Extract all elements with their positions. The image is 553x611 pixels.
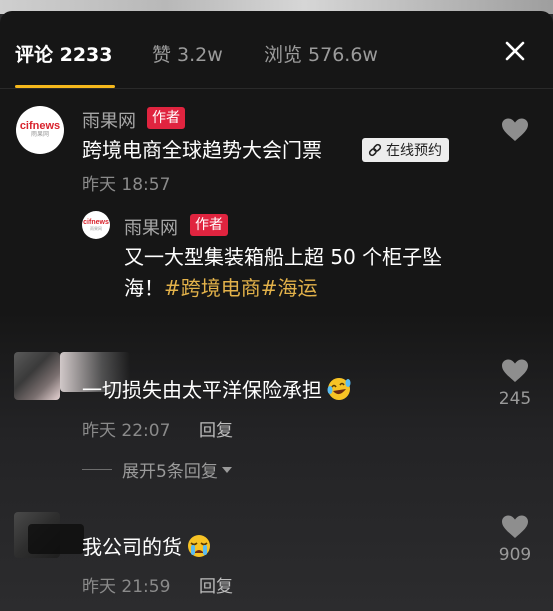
reply-text-line-1: 又一大型集装箱船上超 50 个柜子坠 — [124, 245, 443, 269]
heart-icon[interactable] — [501, 358, 529, 384]
comment-text-content: 我公司的货 — [82, 535, 182, 559]
author-avatar[interactable]: cifnews 雨果网 — [16, 106, 64, 154]
heart-icon[interactable] — [501, 117, 529, 143]
user-name-blur — [28, 524, 84, 554]
comment-time: 昨天 21:59 — [82, 577, 171, 597]
reply-text: 又一大型集装箱船上超 50 个柜子坠 海！#跨境电商#海运 — [124, 242, 524, 304]
hashtag-link[interactable]: #跨境电商 — [164, 276, 261, 300]
comment-time: 昨天 18:57 — [82, 175, 171, 195]
reply-author[interactable]: 雨果网 — [124, 214, 178, 240]
expand-replies-button[interactable]: 展开5条回复 — [82, 457, 233, 482]
author-badge: 作者 — [190, 214, 228, 236]
like-count: 245 — [498, 389, 532, 409]
expand-replies-label: 展开5条回复 — [122, 462, 218, 482]
link-chip-label: 在线预约 — [386, 143, 442, 159]
author-badge: 作者 — [147, 107, 185, 129]
comment-author[interactable]: 雨果网 — [82, 107, 136, 133]
laughing-tears-emoji — [327, 378, 351, 400]
reply-text-line-2: 海！#跨境电商#海运 — [124, 273, 524, 304]
link-chip[interactable]: 在线预约 — [362, 138, 449, 162]
comment-text: 跨境电商全球趋势大会门票 — [82, 138, 322, 162]
tab-comments[interactable]: 评论 2233 — [15, 40, 113, 67]
comments-sheet — [0, 11, 553, 611]
comment-text: 我公司的货 — [82, 532, 212, 563]
reply-button[interactable]: 回复 — [199, 572, 233, 597]
reply-button[interactable]: 回复 — [199, 416, 233, 441]
avatar-logo-subtext: 雨果网 — [90, 226, 102, 231]
hashtag-link[interactable]: #海运 — [261, 276, 318, 300]
heart-icon[interactable] — [501, 514, 529, 540]
like-count: 909 — [498, 545, 532, 565]
tab-views[interactable]: 浏览 576.6w — [264, 40, 378, 67]
avatar-logo-text: cifnews — [19, 120, 61, 132]
comment-text-content: 一切损失由太平洋保险承担 — [82, 378, 322, 402]
crying-emoji — [188, 535, 210, 557]
tabs-divider — [0, 88, 553, 89]
reply-author-avatar[interactable]: cifnews 雨果网 — [82, 211, 110, 239]
tab-likes[interactable]: 赞 3.2w — [152, 40, 223, 67]
link-icon — [368, 143, 382, 157]
avatar-logo-subtext: 雨果网 — [30, 132, 49, 138]
user-avatar[interactable] — [14, 352, 60, 400]
reply-text-line-2-plain: 海！ — [124, 276, 164, 300]
avatar-logo-text: cifnews — [83, 219, 109, 226]
comment-time: 昨天 22:07 — [82, 421, 171, 441]
expand-divider — [82, 469, 112, 470]
caret-down-icon — [221, 466, 232, 473]
close-icon[interactable] — [502, 38, 528, 64]
comment-text: 一切损失由太平洋保险承担 — [82, 375, 352, 406]
